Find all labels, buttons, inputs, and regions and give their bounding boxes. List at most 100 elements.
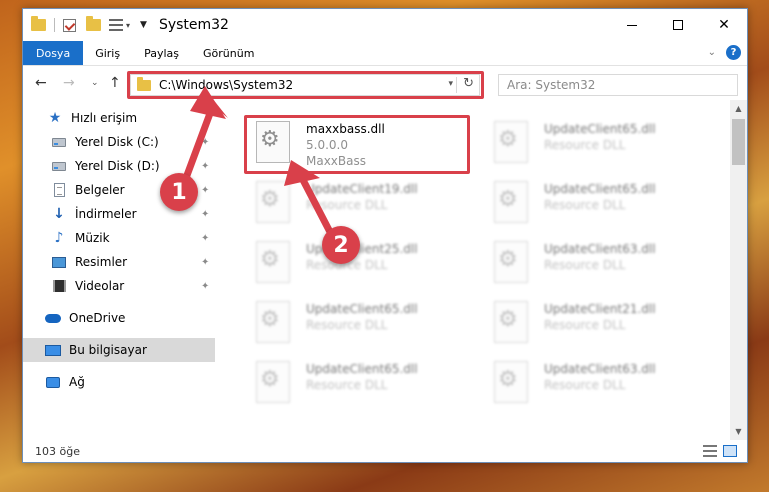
search-input[interactable]: Ara: System32 <box>498 74 738 96</box>
explorer-window: ▾ ▼ System32 ✕ Dosya Giriş Paylaş Görünü… <box>22 8 748 463</box>
file-name: UpdateClient65.dll <box>544 122 656 136</box>
pin-icon[interactable]: ✦ <box>201 209 209 220</box>
up-button[interactable]: ↑ <box>109 75 121 91</box>
close-button[interactable]: ✕ <box>701 9 747 41</box>
sidebar-item-local-disk-c[interactable]: Yerel Disk (C:) ✦ <box>23 130 215 154</box>
music-icon: ♪ <box>54 230 64 246</box>
view-options-icon[interactable] <box>109 19 123 31</box>
scroll-down-icon[interactable]: ▼ <box>730 423 747 440</box>
details-view-icon[interactable] <box>703 445 717 457</box>
scroll-thumb[interactable] <box>732 119 745 165</box>
scroll-up-icon[interactable]: ▲ <box>730 100 747 117</box>
vertical-scrollbar[interactable]: ▲ ▼ <box>730 100 747 440</box>
drive-icon <box>51 135 67 149</box>
close-icon: ✕ <box>718 17 730 33</box>
file-description: Resource DLL <box>544 198 626 212</box>
tab-file[interactable]: Dosya <box>23 41 84 65</box>
file-name: UpdateClient63.dll <box>544 362 656 376</box>
downloads-icon: ↓ <box>53 206 65 222</box>
help-icon[interactable]: ? <box>726 45 741 60</box>
file-description: Resource DLL <box>306 198 388 212</box>
onedrive-icon <box>45 311 61 325</box>
forward-button[interactable]: → <box>63 75 75 91</box>
back-button[interactable]: ← <box>35 75 47 91</box>
pin-icon[interactable]: ✦ <box>201 185 209 196</box>
file-list: maxxbass.dll 5.0.0.0 MaxxBass UpdateClie… <box>228 100 733 440</box>
sidebar-item-label: OneDrive <box>69 311 126 325</box>
title-bar: ▾ ▼ System32 ✕ <box>23 9 747 41</box>
sidebar-item-music[interactable]: ♪ Müzik ✦ <box>23 226 215 250</box>
file-tile[interactable]: UpdateClient19.dll Resource DLL <box>244 175 454 233</box>
file-name: UpdateClient65.dll <box>306 362 418 376</box>
tab-home[interactable]: Giriş <box>83 41 132 65</box>
ribbon-tabs: Dosya Giriş Paylaş Görünüm ⌄ ? <box>23 41 747 66</box>
toolbar-divider <box>54 18 55 32</box>
file-highlight-box <box>244 115 470 174</box>
customize-toolbar-icon[interactable]: ▼ <box>140 20 147 30</box>
quick-access-toolbar: ▾ ▼ <box>31 16 157 32</box>
file-name: UpdateClient21.dll <box>544 302 656 316</box>
file-tile[interactable]: UpdateClient65.dll Resource DLL <box>482 175 692 233</box>
step-1-badge: 1 <box>160 173 198 211</box>
item-count: 103 öğe <box>35 444 80 458</box>
expand-ribbon-icon[interactable]: ⌄ <box>708 47 716 58</box>
dll-file-icon <box>256 361 290 403</box>
file-name: UpdateClient63.dll <box>544 242 656 256</box>
file-name: UpdateClient19.dll <box>306 182 418 196</box>
file-description: Resource DLL <box>306 378 388 392</box>
sidebar-item-network[interactable]: Ağ <box>23 370 215 394</box>
file-tile[interactable]: UpdateClient65.dll Resource DLL <box>244 355 454 413</box>
sidebar-item-videos[interactable]: Videolar ✦ <box>23 274 215 298</box>
drive-icon <box>51 159 67 173</box>
new-folder-icon[interactable] <box>86 16 101 31</box>
documents-icon <box>51 183 67 197</box>
status-bar: 103 öğe <box>23 440 747 462</box>
sidebar-item-label: Belgeler <box>75 183 125 197</box>
sidebar-item-onedrive[interactable]: OneDrive <box>23 306 215 330</box>
videos-icon <box>51 279 67 293</box>
dll-file-icon <box>494 241 528 283</box>
dll-file-icon <box>256 181 290 223</box>
dll-file-icon <box>256 241 290 283</box>
dll-file-icon <box>494 361 528 403</box>
file-tile[interactable]: UpdateClient63.dll Resource DLL <box>482 355 692 413</box>
sidebar-item-label: Yerel Disk (C:) <box>75 135 159 149</box>
maximize-button[interactable] <box>655 9 701 41</box>
network-icon <box>45 375 61 389</box>
address-highlight-box <box>127 71 484 99</box>
pin-icon[interactable]: ✦ <box>201 257 209 268</box>
file-tile[interactable]: UpdateClient21.dll Resource DLL <box>482 295 692 353</box>
pin-icon[interactable]: ✦ <box>201 161 209 172</box>
pin-icon[interactable]: ✦ <box>201 281 209 292</box>
pin-icon[interactable]: ✦ <box>201 233 209 244</box>
tab-share[interactable]: Paylaş <box>132 41 191 65</box>
pin-icon[interactable]: ✦ <box>201 137 209 148</box>
step-2-badge: 2 <box>322 226 360 264</box>
dll-file-icon <box>494 181 528 223</box>
sidebar-item-this-pc[interactable]: Bu bilgisayar <box>23 338 215 362</box>
file-description: Resource DLL <box>306 258 388 272</box>
file-tile[interactable]: UpdateClient63.dll Resource DLL <box>482 235 692 293</box>
sidebar-item-label: İndirmeler <box>75 207 137 221</box>
properties-icon[interactable] <box>63 18 76 32</box>
sidebar-item-label: Bu bilgisayar <box>69 343 147 357</box>
folder-icon <box>31 16 46 31</box>
pictures-icon <box>51 255 67 269</box>
minimize-button[interactable] <box>609 9 655 41</box>
tiles-view-icon[interactable] <box>723 445 737 457</box>
dll-file-icon <box>494 301 528 343</box>
file-tile[interactable]: UpdateClient65.dll Resource DLL <box>244 295 454 353</box>
recent-locations-icon[interactable]: ⌄ <box>91 78 99 88</box>
navigation-bar: ← → ⌄ ↑ C:\Windows\System32 ▾ ↻ Ara: Sys… <box>23 66 747 100</box>
this-pc-icon <box>45 343 61 357</box>
maximize-icon <box>673 20 683 30</box>
sidebar-item-quick-access[interactable]: ★ Hızlı erişim <box>23 106 215 130</box>
sidebar-item-pictures[interactable]: Resimler ✦ <box>23 250 215 274</box>
view-options-dropdown-icon[interactable]: ▾ <box>126 21 130 30</box>
file-description: Resource DLL <box>306 318 388 332</box>
minimize-icon <box>627 24 637 26</box>
quick-access-star-icon: ★ <box>48 110 62 126</box>
tab-view[interactable]: Görünüm <box>191 41 266 65</box>
file-tile[interactable]: UpdateClient65.dll Resource DLL <box>482 115 692 173</box>
sidebar-item-label: Resimler <box>75 255 128 269</box>
